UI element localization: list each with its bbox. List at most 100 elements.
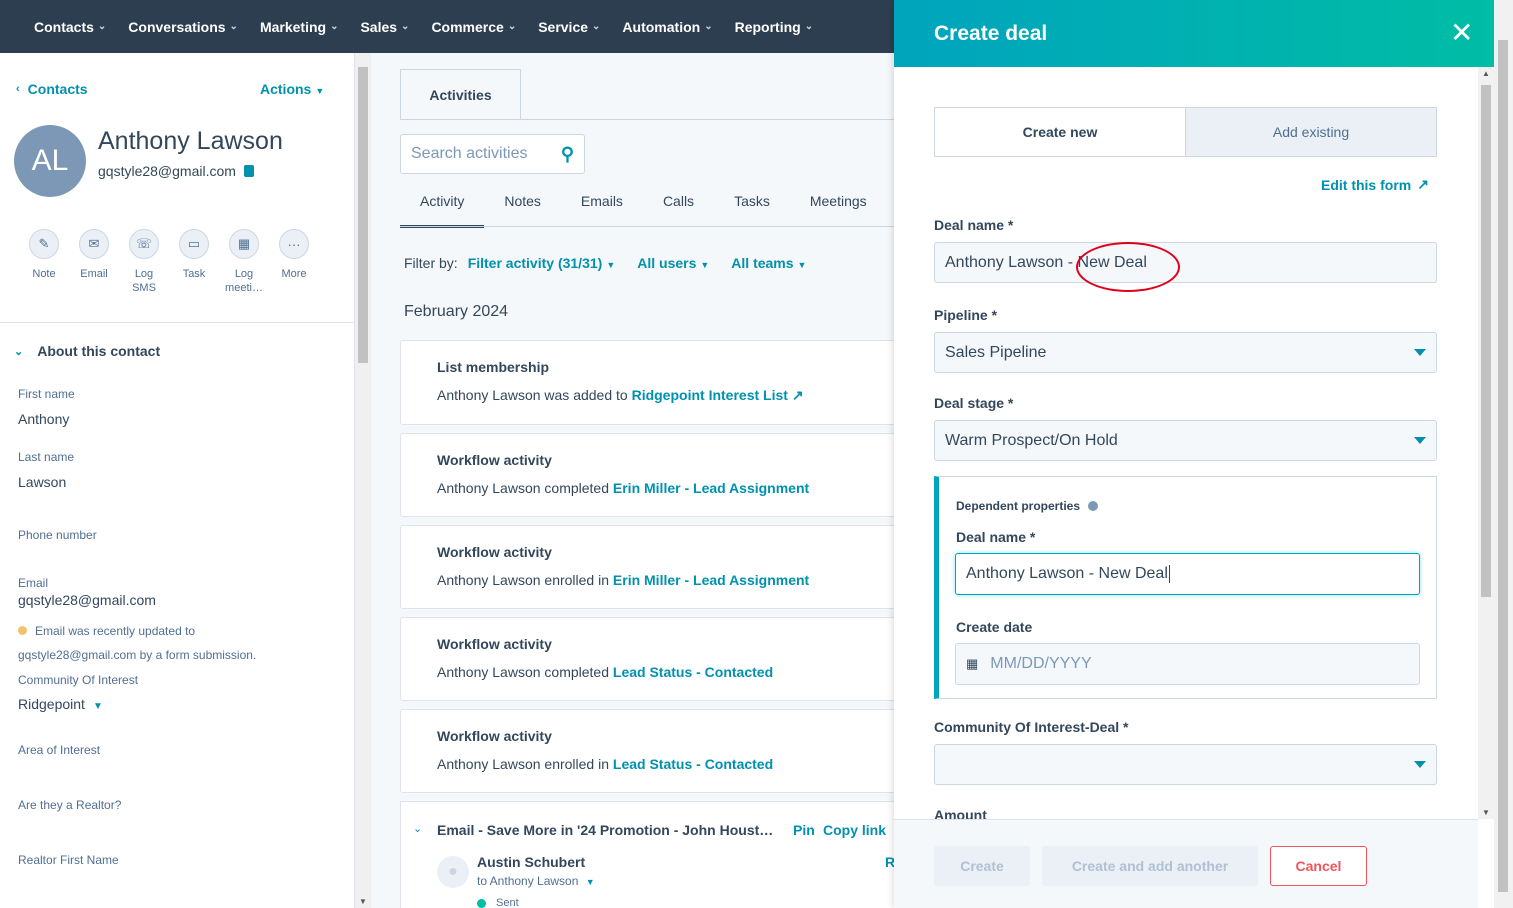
avatar[interactable]: AL — [14, 125, 86, 197]
copy-link[interactable]: Copy link — [823, 822, 886, 838]
qa-label: More — [281, 268, 307, 280]
all-teams-dropdown[interactable]: All teams ▼ — [731, 255, 806, 271]
create-and-add-another-button[interactable]: Create and add another — [1042, 846, 1258, 886]
chevron-down-icon[interactable]: ⌄ — [413, 822, 422, 835]
create-button[interactable]: Create — [934, 846, 1030, 886]
scroll-down-icon[interactable]: ▼ — [359, 897, 367, 906]
email-recipient[interactable]: to Anthony Lawson ▼ — [477, 874, 595, 888]
copy-icon[interactable] — [243, 165, 254, 177]
card-title: Workflow activity — [437, 452, 552, 468]
search-activities-input[interactable]: Search activities ⚲ — [400, 134, 585, 174]
scrollbar-thumb[interactable] — [358, 67, 368, 363]
recipient-text: to Anthony Lawson — [477, 874, 579, 888]
reply-link[interactable]: R — [885, 854, 894, 870]
card-link[interactable]: Lead Status - Contacted — [613, 756, 773, 772]
create-new-tab[interactable]: Create new — [935, 108, 1185, 156]
status-text: Sent — [496, 897, 519, 908]
community-deal-select[interactable] — [934, 744, 1437, 785]
card-link[interactable]: Erin Miller - Lead Assignment — [613, 572, 809, 588]
email-update-note: Email was recently updated to gqstyle28@… — [18, 619, 338, 667]
back-to-contacts-link[interactable]: ‹ Contacts — [16, 81, 88, 97]
tab-activities[interactable]: Activities — [400, 69, 521, 119]
pipeline-select[interactable]: Sales Pipeline — [934, 332, 1437, 373]
more-icon: ··· — [279, 229, 309, 259]
card-link[interactable]: Erin Miller - Lead Assignment — [613, 480, 809, 496]
first-name-value[interactable]: Anthony — [18, 411, 69, 427]
log-sms-action-button[interactable]: ☏ Log SMS — [126, 229, 162, 295]
nav-commerce[interactable]: Commerce ⌄ — [431, 19, 516, 35]
filter-activity-dropdown[interactable]: Filter activity (31/31) ▼ — [468, 255, 616, 271]
community-label: Community Of Interest — [18, 673, 139, 687]
nav-sales[interactable]: Sales ⌄ — [360, 19, 409, 35]
cancel-button[interactable]: Cancel — [1270, 846, 1367, 886]
filter-activity-label: Filter activity (31/31) — [467, 255, 603, 271]
card-title: Workflow activity — [437, 636, 552, 652]
edit-form-link[interactable]: Edit this form ↗ — [1321, 176, 1429, 193]
nav-reporting[interactable]: Reporting ⌄ — [735, 19, 814, 35]
tab-activity[interactable]: Activity — [400, 193, 485, 228]
deal-name-input[interactable]: Anthony Lawson - New Deal — [934, 242, 1437, 283]
close-icon[interactable]: ✕ — [1450, 16, 1473, 49]
dependent-deal-name-input[interactable]: Anthony Lawson - New Deal — [955, 553, 1420, 595]
email-value[interactable]: gqstyle28@gmail.com — [18, 592, 156, 608]
card-text: Anthony Lawson completed — [437, 480, 613, 496]
scrollbar-thumb[interactable] — [1498, 40, 1508, 892]
card-link[interactable]: Lead Status - Contacted — [613, 664, 773, 680]
tab-meetings[interactable]: Meetings — [790, 193, 887, 228]
area-label: Area of Interest — [18, 743, 101, 757]
dependent-deal-name-value: Anthony Lawson - New Deal — [966, 565, 1168, 582]
qa-label: Log meeti… — [225, 268, 263, 294]
card-text: Anthony Lawson enrolled in — [437, 756, 613, 772]
nav-contacts[interactable]: Contacts ⌄ — [34, 19, 106, 35]
all-users-dropdown[interactable]: All users ▼ — [637, 255, 709, 271]
create-mode-toggle: Create new Add existing — [934, 107, 1437, 157]
nav-automation[interactable]: Automation ⌄ — [622, 19, 712, 35]
search-icon[interactable]: ⚲ — [561, 144, 574, 165]
dependent-properties-title: Dependent properties — [956, 499, 1099, 513]
more-action-button[interactable]: ··· More — [276, 229, 312, 295]
nav-label: Service — [538, 18, 589, 35]
activity-card: List membership Anthony Lawson was added… — [400, 340, 894, 425]
nav-label: Automation — [622, 18, 701, 35]
deal-stage-select[interactable]: Warm Prospect/On Hold — [934, 420, 1437, 461]
qa-label: Log SMS — [132, 268, 156, 294]
qa-label: Task — [182, 268, 206, 280]
scrollbar-thumb[interactable] — [1481, 85, 1491, 597]
tab-emails[interactable]: Emails — [561, 193, 643, 228]
info-icon[interactable] — [1088, 501, 1099, 511]
nav-service[interactable]: Service ⌄ — [538, 19, 600, 35]
scroll-up-icon[interactable]: ▲ — [1482, 69, 1490, 78]
card-link[interactable]: Ridgepoint Interest List — [632, 387, 788, 403]
note-action-button[interactable]: ✎ Note — [26, 229, 62, 295]
nav-marketing[interactable]: Marketing ⌄ — [260, 19, 339, 35]
tab-calls[interactable]: Calls — [643, 193, 714, 228]
about-contact-toggle[interactable]: ⌄ About this contact — [14, 343, 160, 359]
nav-conversations[interactable]: Conversations ⌄ — [128, 19, 238, 35]
log-meeting-action-button[interactable]: ▦ Log meeti… — [225, 229, 263, 295]
external-link-icon[interactable]: ↗ — [792, 387, 804, 403]
deal-stage-label: Deal stage * — [934, 395, 1014, 411]
sidebar-scrollbar[interactable]: ▼ — [355, 53, 371, 908]
email-action-button[interactable]: ✉ Email — [76, 229, 112, 295]
tab-tasks[interactable]: Tasks — [714, 193, 790, 228]
add-existing-tab[interactable]: Add existing — [1185, 108, 1436, 156]
activity-card: Workflow activity Anthony Lawson complet… — [400, 617, 894, 701]
status-dot-icon — [477, 898, 486, 908]
scroll-down-icon[interactable]: ▼ — [1482, 808, 1490, 817]
calendar-icon: ▦ — [966, 656, 979, 671]
create-date-input[interactable]: ▦ MM/DD/YYYY — [955, 643, 1420, 685]
contact-sidebar: ‹ Contacts Actions ▼ AL Anthony Lawson gq… — [0, 53, 355, 908]
task-action-button[interactable]: ▭ Task — [176, 229, 212, 295]
panel-scrollbar[interactable]: ▲ ▼ — [1478, 67, 1494, 819]
email-title[interactable]: Email - Save More in '24 Promotion - Joh… — [437, 822, 773, 838]
community-dropdown[interactable]: Ridgepoint ▼ — [18, 696, 103, 712]
pin-link[interactable]: Pin — [793, 822, 815, 838]
contact-email-row: gqstyle28@gmail.com — [98, 163, 254, 179]
page-scrollbar[interactable] — [1494, 0, 1513, 908]
actions-dropdown[interactable]: Actions ▼ — [260, 81, 324, 97]
create-date-label: Create date — [956, 619, 1033, 635]
caret-down-icon: ▼ — [315, 86, 325, 96]
create-date-placeholder: MM/DD/YYYY — [990, 655, 1092, 672]
tab-notes[interactable]: Notes — [484, 193, 561, 228]
last-name-value[interactable]: Lawson — [18, 474, 66, 490]
